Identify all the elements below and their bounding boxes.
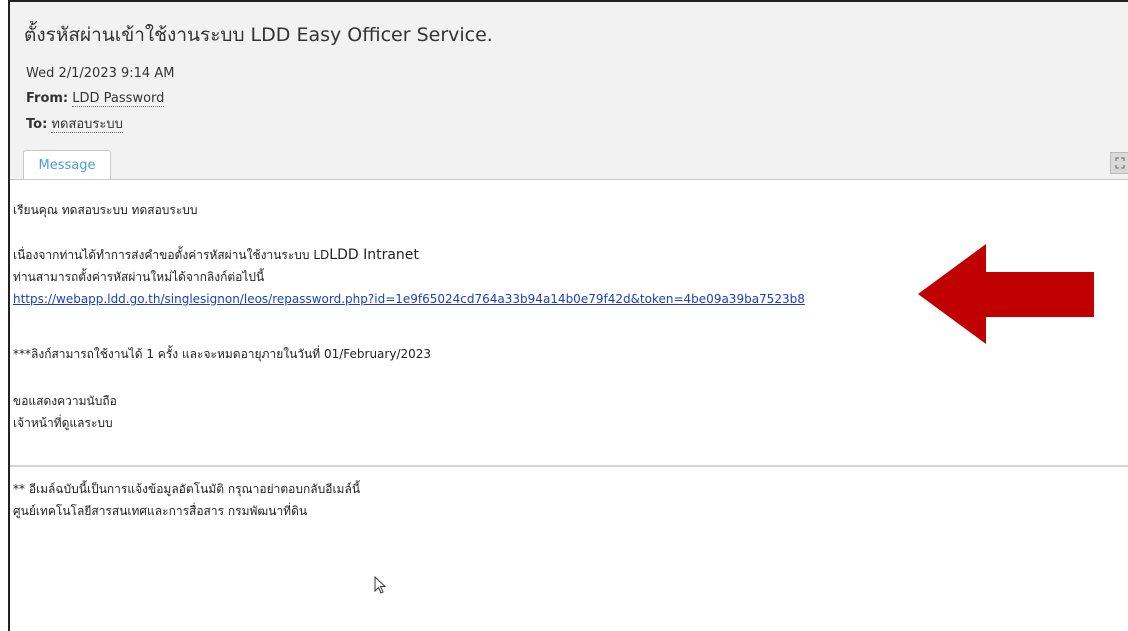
- footer-org: ศูนย์เทคโนโลยีสารสนเทศและการสื่อสาร กรมพ…: [13, 504, 308, 518]
- footer-divider: [10, 465, 1128, 467]
- from-address[interactable]: LDD Password: [72, 91, 165, 107]
- email-date: Wed 2/1/2023 9:14 AM: [26, 66, 175, 81]
- reset-password-link[interactable]: https://webapp.ldd.go.th/singlesignon/le…: [13, 292, 805, 306]
- body-line-1: เนื่องจากท่านได้ทำการส่งคำขอตั้งค่ารหัสผ…: [13, 246, 419, 265]
- tab-message[interactable]: Message: [23, 150, 111, 180]
- red-arrow-annotation: [918, 244, 1094, 348]
- expand-icon[interactable]: [1110, 152, 1128, 174]
- expiry-note: ***ลิงก์สามารถใช้งานได้ 1 ครั้ง และจะหมด…: [13, 347, 432, 361]
- to-address[interactable]: ทดสอบระบบ: [51, 117, 123, 133]
- greeting: เรียนคุณ ทดสอบระบบ ทดสอบระบบ: [13, 203, 198, 217]
- body-line-2: ท่านสามารถตั้งค่ารหัสผ่านใหม่ได้จากลิงก์…: [13, 270, 265, 284]
- email-from: From: LDD Password: [26, 91, 165, 107]
- email-header: ตั้งรหัสผ่านเข้าใช้งานระบบ LDD Easy Offi…: [10, 2, 1128, 180]
- signature: เจ้าหน้าที่ดูแลระบบ: [13, 416, 113, 430]
- email-to: To: ทดสอบระบบ: [26, 113, 123, 134]
- closing: ขอแสดงความนับถือ: [13, 394, 117, 408]
- to-label: To:: [26, 117, 48, 132]
- email-subject: ตั้งรหัสผ่านเข้าใช้งานระบบ LDD Easy Offi…: [24, 24, 493, 46]
- footer-note: ** อีเมล์ฉบับนี้เป็นการแจ้งข้อมูลอัตโนมั…: [13, 482, 361, 496]
- tab-divider: [10, 179, 1128, 180]
- body-line-1-suffix: LDD Intranet: [329, 247, 419, 263]
- mouse-pointer-icon: [374, 575, 387, 598]
- body-line-1-prefix: เนื่องจากท่านได้ทำการส่งคำขอตั้งค่ารหัสผ…: [13, 248, 330, 262]
- reset-password-link-text[interactable]: https://webapp.ldd.go.th/singlesignon/le…: [13, 292, 805, 306]
- from-label: From:: [26, 91, 69, 106]
